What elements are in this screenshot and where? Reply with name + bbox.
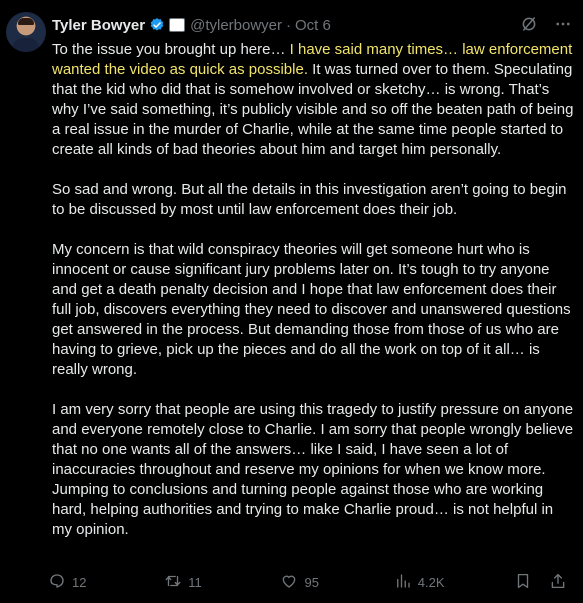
share-icon [549, 572, 567, 593]
tweet-text: To the issue you brought up here… I have… [52, 40, 574, 560]
avatar-suit [12, 38, 40, 52]
action-bar: 12 11 95 4.2K [48, 570, 573, 594]
share-button[interactable] [549, 572, 573, 593]
like-count: 95 [304, 574, 319, 590]
bookmark-icon [514, 572, 532, 593]
tweet: Tyler Bowyer @tylerbowyer · Oct 6 To the… [0, 0, 583, 603]
avatar-hair [18, 18, 34, 25]
paragraph-1: To the issue you brought up here… I have… [52, 40, 574, 160]
view-count: 4.2K [417, 574, 445, 590]
heart-icon [280, 572, 298, 593]
retweet-icon [164, 572, 182, 593]
retweet-button[interactable]: 11 [164, 572, 280, 593]
bookmark-button[interactable] [514, 572, 549, 593]
paragraph-4: I am very sorry that people are using th… [52, 401, 574, 538]
author-handle[interactable]: @tylerbowyer [190, 17, 282, 34]
like-button[interactable]: 95 [280, 572, 393, 593]
text-segment: To the issue you brought up here… [52, 41, 290, 58]
flag-icon [169, 18, 186, 32]
retweet-count: 11 [188, 574, 202, 590]
separator-dot: · [286, 16, 292, 34]
verified-badge-icon [149, 17, 165, 33]
more-icon[interactable] [553, 14, 573, 34]
paragraph-2: So sad and wrong. But all the details in… [52, 181, 567, 218]
tweet-header: Tyler Bowyer @tylerbowyer · Oct 6 [52, 14, 573, 36]
analytics-icon [394, 572, 412, 593]
reply-count: 12 [72, 574, 87, 590]
reply-icon [48, 572, 66, 593]
paragraph-3: My concern is that wild conspiracy theor… [52, 241, 571, 378]
avatar[interactable] [6, 12, 46, 52]
author-name[interactable]: Tyler Bowyer [52, 17, 145, 34]
reply-button[interactable]: 12 [48, 572, 164, 593]
tweet-date[interactable]: Oct 6 [295, 17, 331, 34]
views-button[interactable]: 4.2K [394, 572, 514, 593]
grok-icon[interactable] [519, 14, 539, 34]
header-actions [519, 14, 573, 34]
